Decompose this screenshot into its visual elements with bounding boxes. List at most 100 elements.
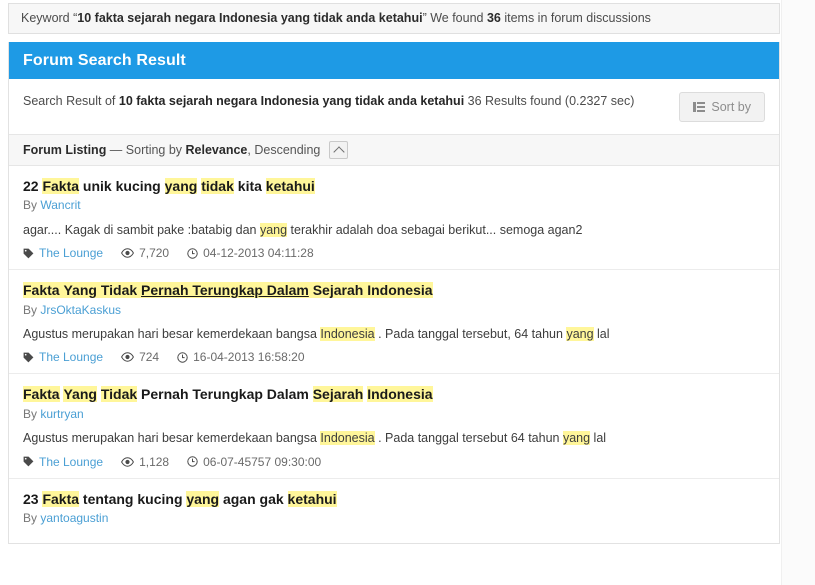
highlight-term: yang <box>186 490 220 507</box>
sort-by-label: Sort by <box>711 100 751 114</box>
byline-prefix: By <box>23 302 41 317</box>
text-run: agan gak <box>219 490 288 507</box>
highlight-term: Fakta <box>42 490 80 507</box>
highlight-term: Indonesia <box>367 282 433 299</box>
result-author-link[interactable]: JrsOktaKaskus <box>40 303 121 317</box>
text-run: 22 <box>23 178 43 194</box>
highlight-term: Tidak <box>100 282 138 299</box>
highlight-term: ketahui <box>287 490 337 507</box>
summary-keyword: 10 fakta sejarah negara Indonesia yang t… <box>118 94 465 108</box>
byline-prefix: By <box>23 406 41 421</box>
result-meta-row: The Lounge 7,720 04-12-2013 04:11:28 <box>23 246 765 260</box>
forum-listing-text: Forum Listing — Sorting by Relevance, De… <box>23 143 320 157</box>
text-run: lal <box>590 431 607 446</box>
highlight-term: Sejarah <box>312 282 364 299</box>
date-value: 04-12-2013 04:11:28 <box>203 246 314 261</box>
result-forum: The Lounge <box>23 455 103 469</box>
eye-icon <box>121 456 135 467</box>
forum-listing-bar: Forum Listing — Sorting by Relevance, De… <box>9 135 779 166</box>
result-date: 16-04-2013 16:58:20 <box>177 350 305 365</box>
result-forum-link[interactable]: The Lounge <box>39 455 103 469</box>
results-list: 22 Fakta unik kucing yang tidak kita ket… <box>9 166 779 543</box>
keyword-result-count: 36 <box>486 11 501 26</box>
text-run: . Pada tanggal tersebut 64 tahun <box>374 431 563 446</box>
result-byline: By JrsOktaKaskus <box>23 303 765 319</box>
result-forum-link[interactable]: The Lounge <box>39 246 103 260</box>
date-value: 06-07-45757 09:30:00 <box>203 454 322 469</box>
highlight-term: Tidak <box>100 386 138 403</box>
summary-prefix: Search Result of <box>23 94 119 108</box>
sort-field-value: Relevance <box>185 143 248 157</box>
highlight-term: yang <box>566 327 594 342</box>
highlight-term: Indonesia <box>320 327 375 342</box>
result-meta-row: The Lounge 1,128 06-07-45757 09:30:00 <box>23 455 765 469</box>
text-run: kita <box>233 178 266 194</box>
byline-prefix: By <box>23 511 41 526</box>
tag-icon <box>23 352 34 363</box>
result-title-link[interactable]: Fakta Yang Tidak Pernah Terungkap Dalam … <box>23 281 765 299</box>
collapse-listing-button[interactable] <box>329 141 349 159</box>
text-run: agar.... Kagak di sambit pake :batabig d… <box>23 223 260 238</box>
highlight-term: Yang <box>63 386 97 403</box>
result-forum: The Lounge <box>23 350 103 364</box>
result-snippet: Agustus merupakan hari besar kemerdekaan… <box>23 325 765 343</box>
byline-prefix: By <box>23 198 41 213</box>
keyword-term: 10 fakta sejarah negara Indonesia yang t… <box>77 11 423 26</box>
gutter-divider <box>781 0 782 585</box>
clock-icon <box>187 247 198 259</box>
text-run: terakhir adalah doa sebagai berikut... s… <box>287 223 583 238</box>
text-run: Pernah Terungkap Dalam <box>137 386 313 403</box>
result-meta-row: The Lounge 724 16-04-2013 16:58:20 <box>23 350 765 364</box>
result-byline: By kurtryan <box>23 407 765 423</box>
result-byline: By yantoagustin <box>23 511 765 527</box>
text-run: Agustus merupakan hari besar kemerdekaan… <box>23 327 321 342</box>
text-run: lal <box>593 327 610 342</box>
result-author-link[interactable]: yantoagustin <box>40 511 108 525</box>
result-title-link[interactable]: 23 Fakta tentang kucing yang agan gak ke… <box>23 490 765 508</box>
search-result-item: Fakta Yang Tidak Pernah Terungkap Dalam … <box>9 374 779 479</box>
clock-icon <box>187 456 198 467</box>
page-right-gutter <box>781 0 815 585</box>
text-run: unik kucing <box>79 178 165 194</box>
result-date: 04-12-2013 04:11:28 <box>187 246 314 260</box>
tag-icon <box>23 456 34 467</box>
result-author-link[interactable]: kurtryan <box>40 407 83 421</box>
highlight-term: yang <box>164 178 198 194</box>
search-results-page: Keyword “10 fakta sejarah negara Indones… <box>0 0 815 585</box>
text-run: . Pada tanggal tersebut, 64 tahun <box>374 327 567 342</box>
tag-icon <box>23 248 34 259</box>
highlight-term: Fakta <box>42 178 80 194</box>
keyword-notice-text: Keyword “10 fakta sejarah negara Indones… <box>21 12 651 25</box>
eye-icon <box>121 248 135 258</box>
highlight-term: Pernah Terungkap Dalam <box>141 282 309 299</box>
result-view-count: 724 <box>121 350 159 364</box>
result-date: 06-07-45757 09:30:00 <box>187 455 321 469</box>
result-forum: The Lounge <box>23 246 103 260</box>
result-author-link[interactable]: Wancrit <box>40 198 80 212</box>
result-snippet: agar.... Kagak di sambit pake :batabig d… <box>23 221 765 239</box>
view-count-value: 7,720 <box>139 246 170 261</box>
highlight-term: ketahui <box>265 178 315 194</box>
search-summary-row: Search Result of 10 fakta sejarah negara… <box>9 79 779 135</box>
result-view-count: 7,720 <box>121 246 169 260</box>
view-count-value: 1,128 <box>139 454 170 469</box>
sort-by-button[interactable]: Sort by <box>679 92 765 122</box>
forum-search-result-panel: Forum Search Result Search Result of 10 … <box>8 42 780 544</box>
text-run: 23 <box>23 490 43 507</box>
keyword-notice-bar: Keyword “10 fakta sejarah negara Indones… <box>8 3 780 34</box>
keyword-middle: ” We found <box>422 11 487 26</box>
result-title-link[interactable]: 22 Fakta unik kucing yang tidak kita ket… <box>23 177 765 195</box>
date-value: 16-04-2013 16:58:20 <box>193 350 305 365</box>
highlight-term: Indonesia <box>367 386 433 403</box>
result-title-link[interactable]: Fakta Yang Tidak Pernah Terungkap Dalam … <box>23 385 765 403</box>
highlight-term: yang <box>562 431 591 446</box>
result-forum-link[interactable]: The Lounge <box>39 350 103 364</box>
highlight-term: Fakta <box>23 386 60 403</box>
eye-icon <box>121 352 135 363</box>
sort-direction-value: , Descending <box>247 143 321 157</box>
text-run: Agustus merupakan hari besar kemerdekaan… <box>23 431 321 446</box>
panel-header: Forum Search Result <box>9 42 779 79</box>
sorting-separator: — Sorting by <box>106 143 186 157</box>
keyword-suffix: items in forum discussions <box>500 11 651 26</box>
highlight-term: Yang <box>63 282 97 299</box>
